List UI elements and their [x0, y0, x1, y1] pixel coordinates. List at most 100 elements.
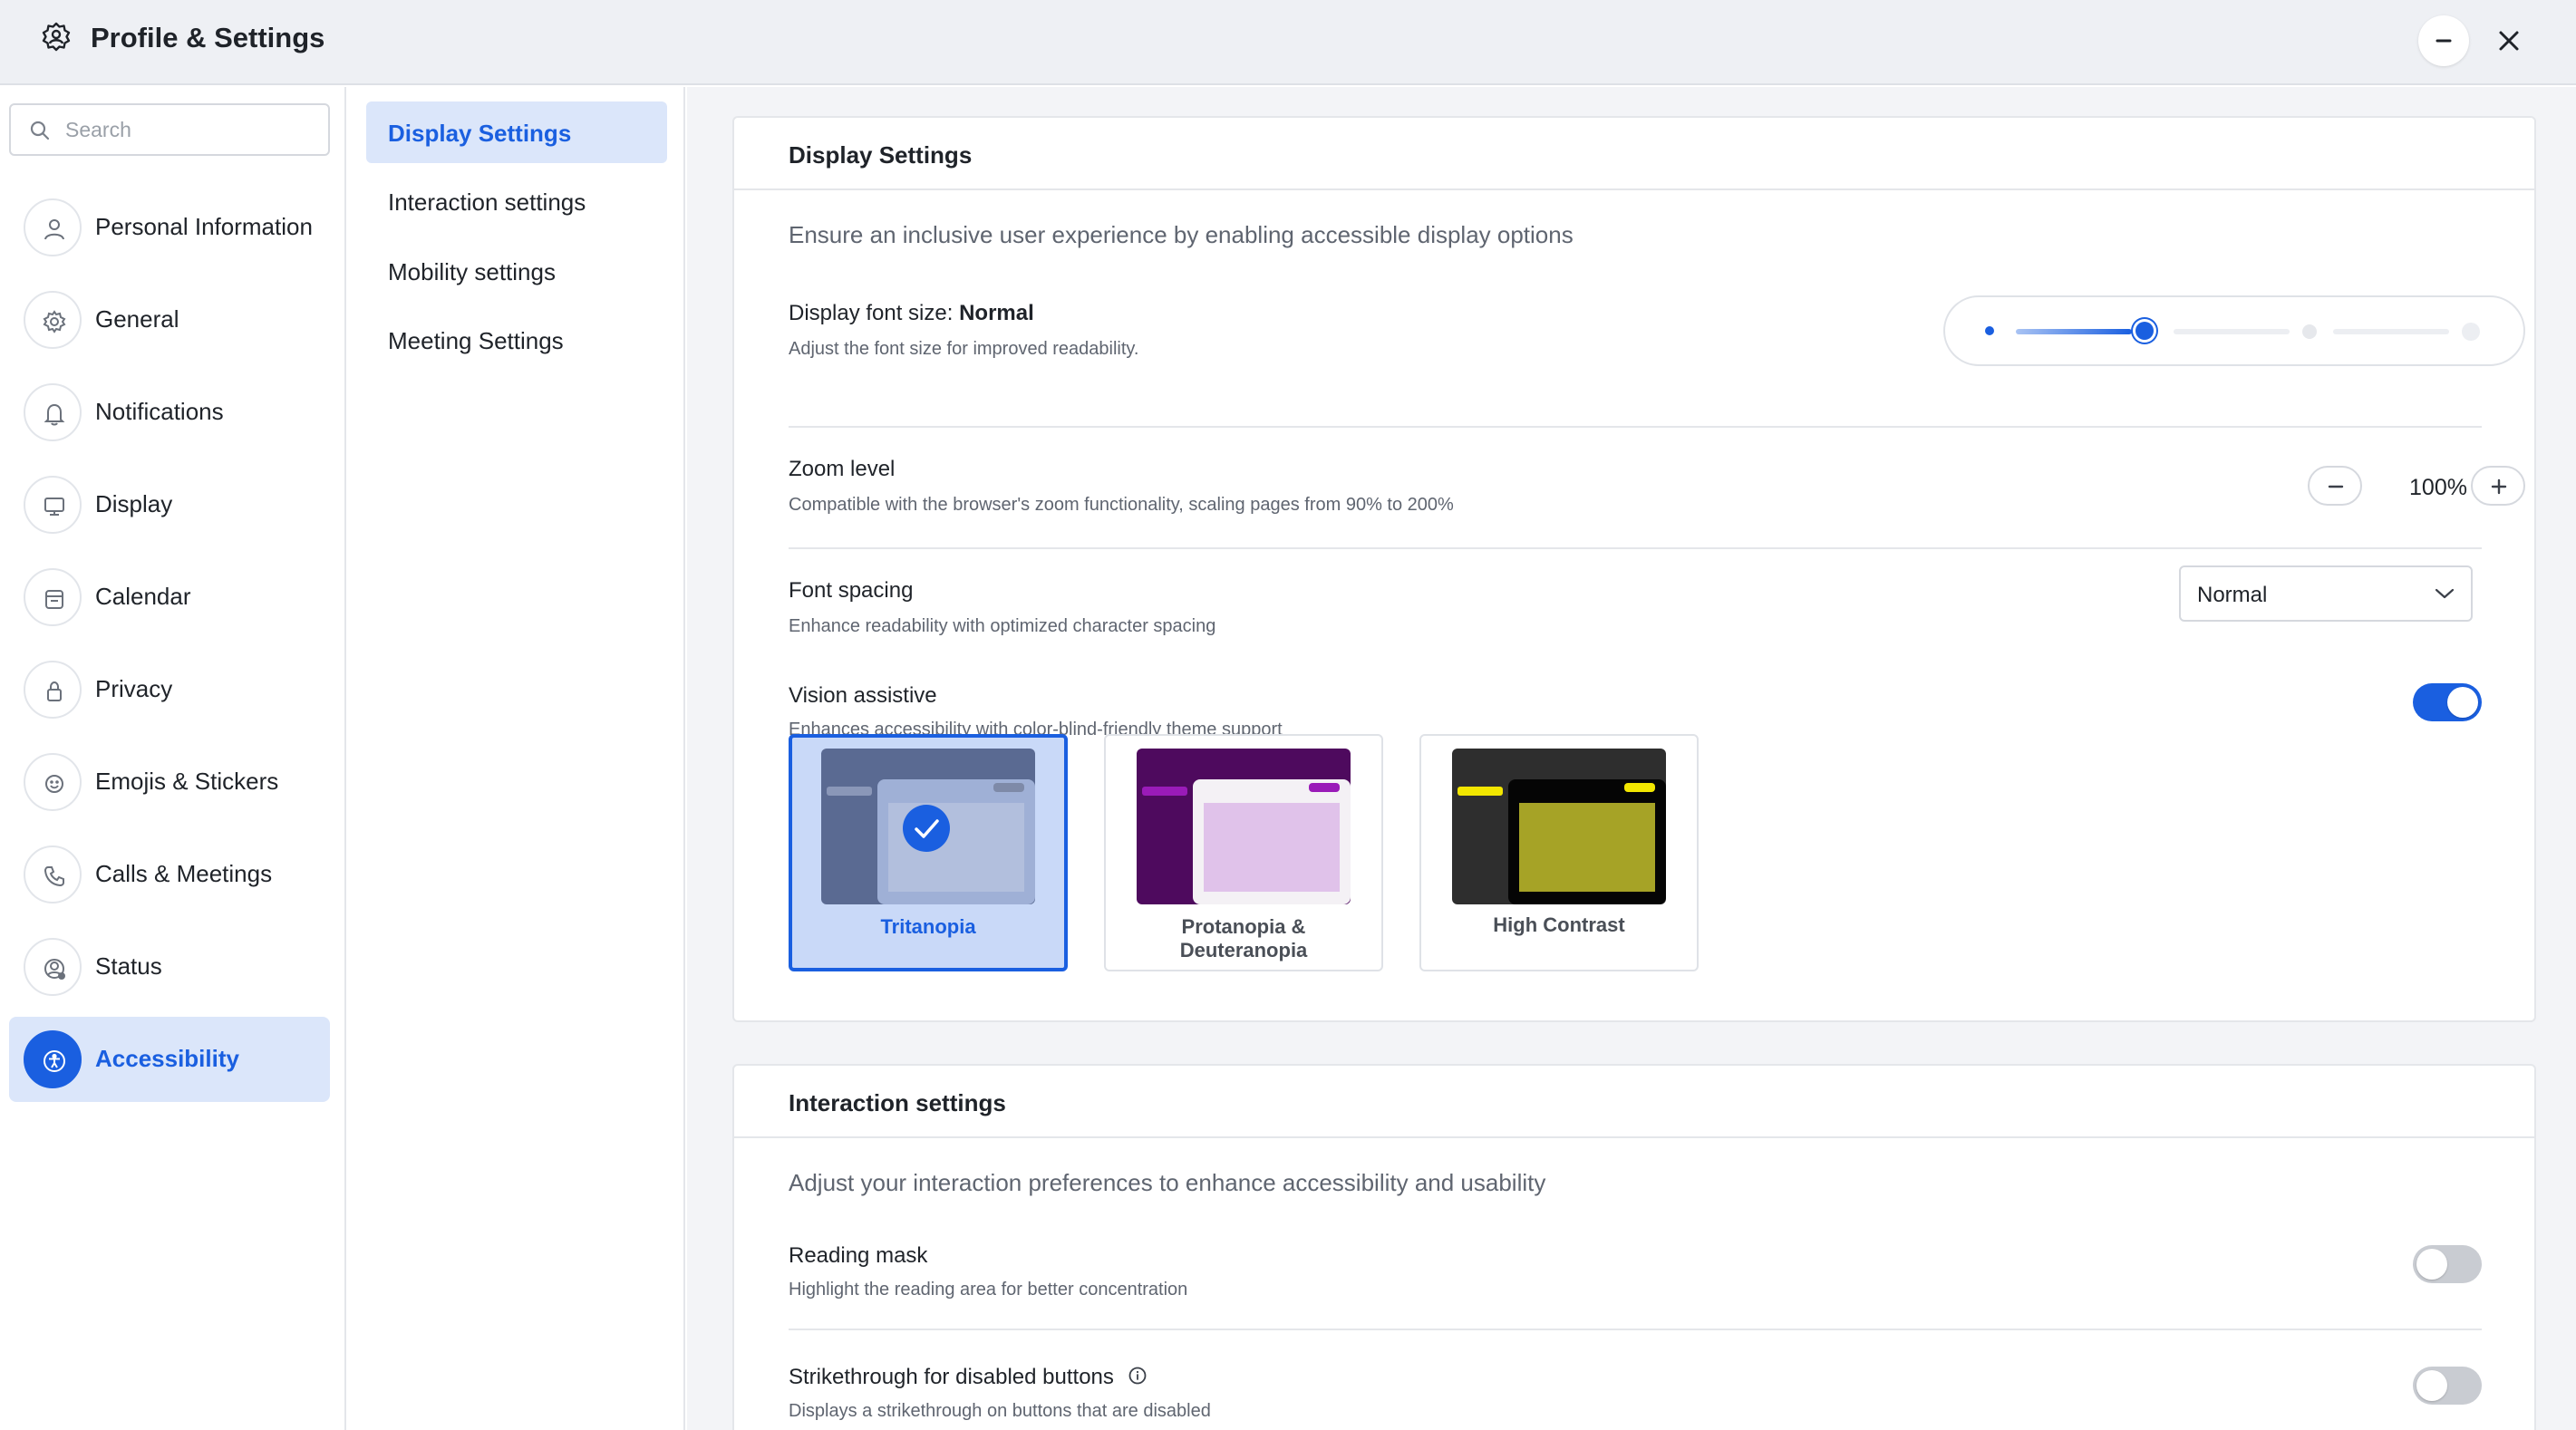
sidebar-item-label: Emojis & Stickers: [95, 768, 279, 795]
font-size-slider[interactable]: [1943, 295, 2525, 366]
slider-step[interactable]: [2462, 323, 2480, 341]
bell-icon: [24, 383, 82, 441]
theme-card-tritanopia[interactable]: Tritanopia: [789, 734, 1068, 971]
title-bar: Profile & Settings: [0, 0, 2576, 85]
font-size-value: Normal: [959, 301, 1034, 325]
accessibility-icon: [24, 1030, 82, 1088]
interaction-settings-card: Interaction settings Adjust your interac…: [732, 1064, 2536, 1430]
zoom-out-button[interactable]: [2308, 466, 2362, 506]
sidebar-item-status[interactable]: Status: [9, 924, 330, 1010]
sidebar-item-general[interactable]: General: [9, 277, 330, 362]
slider-step[interactable]: [1985, 326, 1994, 335]
sidebar-item-label: Calls & Meetings: [95, 860, 273, 887]
calendar-icon: [24, 568, 82, 626]
theme-label: High Contrast: [1493, 913, 1625, 936]
divider: [789, 1329, 2482, 1330]
card-title: Display Settings: [734, 118, 2534, 190]
sidebar-item-display[interactable]: Display: [9, 462, 330, 547]
theme-label: Tritanopia: [880, 915, 976, 938]
sidebar-item-calendar[interactable]: Calendar: [9, 555, 330, 640]
divider: [789, 547, 2482, 549]
slider-track-filled: [2016, 329, 2132, 334]
slider-step[interactable]: [2302, 324, 2317, 339]
font-spacing-dropdown[interactable]: Normal: [2179, 565, 2473, 622]
main-content: Display Settings Ensure an inclusive use…: [687, 87, 2576, 1430]
lock-icon: [24, 661, 82, 719]
sidebar-item-personal-information[interactable]: Personal Information: [9, 185, 330, 270]
vision-assistive-title: Vision assistive: [789, 683, 937, 708]
sidebar: Personal Information General Notificatio…: [0, 87, 346, 1430]
slider-track: [2333, 329, 2449, 334]
strikethrough-subtitle: Displays a strikethrough on buttons that…: [789, 1401, 1211, 1421]
accessibility-subnav: Display Settings Interaction settings Mo…: [348, 87, 685, 1430]
subnav-display-settings[interactable]: Display Settings: [366, 101, 667, 163]
slider-thumb[interactable]: [2135, 322, 2154, 340]
reading-mask-title: Reading mask: [789, 1243, 928, 1268]
info-icon[interactable]: [1128, 1366, 1148, 1386]
card-title: Interaction settings: [734, 1066, 2534, 1138]
strikethrough-toggle[interactable]: [2413, 1367, 2482, 1405]
sidebar-item-label: General: [95, 305, 179, 333]
strikethrough-title: Strikethrough for disabled buttons: [789, 1365, 1148, 1390]
search-input[interactable]: [65, 114, 319, 145]
user-icon: [24, 198, 82, 256]
gear-icon: [38, 20, 74, 56]
sidebar-item-emojis-stickers[interactable]: Emojis & Stickers: [9, 739, 330, 825]
chevron-down-icon: [2435, 588, 2455, 599]
dropdown-value: Normal: [2197, 583, 2268, 607]
check-icon: [903, 805, 950, 852]
zoom-in-button[interactable]: [2471, 466, 2525, 506]
card-description: Ensure an inclusive user experience by e…: [789, 221, 1574, 248]
card-description: Adjust your interaction preferences to e…: [789, 1169, 1546, 1196]
search-box[interactable]: [9, 103, 330, 156]
gear-icon: [24, 291, 82, 349]
font-spacing-subtitle: Enhance readability with optimized chara…: [789, 616, 1216, 636]
user-status-icon: [24, 938, 82, 996]
font-size-title: Display font size: Normal: [789, 301, 1034, 325]
font-spacing-title: Font spacing: [789, 578, 914, 603]
search-icon: [30, 121, 50, 140]
vision-assistive-toggle[interactable]: [2413, 683, 2482, 721]
subnav-mobility-settings[interactable]: Mobility settings: [366, 240, 667, 302]
sidebar-item-label: Status: [95, 952, 162, 980]
sidebar-item-accessibility[interactable]: Accessibility: [9, 1017, 330, 1102]
zoom-subtitle: Compatible with the browser's zoom funct…: [789, 495, 1454, 515]
toggle-knob: [2416, 1370, 2447, 1401]
font-size-subtitle: Adjust the font size for improved readab…: [789, 339, 1139, 359]
sidebar-item-label: Accessibility: [95, 1045, 239, 1072]
minus-icon: [2328, 485, 2344, 488]
protanopia-preview: [1137, 749, 1351, 904]
sidebar-item-notifications[interactable]: Notifications: [9, 370, 330, 455]
theme-card-high-contrast[interactable]: High Contrast: [1419, 734, 1699, 971]
close-button[interactable]: [2484, 15, 2534, 66]
reading-mask-toggle[interactable]: [2413, 1245, 2482, 1283]
sidebar-item-label: Calendar: [95, 583, 191, 610]
zoom-value: 100%: [2409, 475, 2467, 500]
minus-icon: [2436, 39, 2452, 43]
sidebar-item-label: Personal Information: [95, 213, 313, 240]
monitor-icon: [24, 476, 82, 534]
high-contrast-preview: [1452, 749, 1666, 904]
tritanopia-preview: [821, 749, 1035, 904]
sidebar-item-label: Privacy: [95, 675, 173, 702]
minimize-button[interactable]: [2418, 15, 2469, 66]
zoom-title: Zoom level: [789, 457, 896, 481]
sidebar-item-label: Display: [95, 490, 173, 517]
close-icon: [2499, 31, 2519, 51]
reading-mask-subtitle: Highlight the reading area for better co…: [789, 1280, 1188, 1300]
smiley-icon: [24, 753, 82, 811]
theme-card-protanopia-deuteranopia[interactable]: Protanopia & Deuteranopia: [1104, 734, 1383, 971]
plus-icon: [2491, 478, 2507, 495]
theme-label: Protanopia & Deuteranopia: [1179, 915, 1308, 961]
phone-icon: [24, 845, 82, 903]
sidebar-item-privacy[interactable]: Privacy: [9, 647, 330, 732]
sidebar-item-label: Notifications: [95, 398, 224, 425]
window-title: Profile & Settings: [91, 22, 325, 53]
subnav-meeting-settings[interactable]: Meeting Settings: [366, 309, 667, 371]
subnav-interaction-settings[interactable]: Interaction settings: [366, 170, 667, 232]
divider: [789, 426, 2482, 428]
sidebar-item-calls-meetings[interactable]: Calls & Meetings: [9, 832, 330, 917]
display-settings-card: Display Settings Ensure an inclusive use…: [732, 116, 2536, 1022]
slider-track: [2174, 329, 2290, 334]
toggle-knob: [2416, 1249, 2447, 1280]
